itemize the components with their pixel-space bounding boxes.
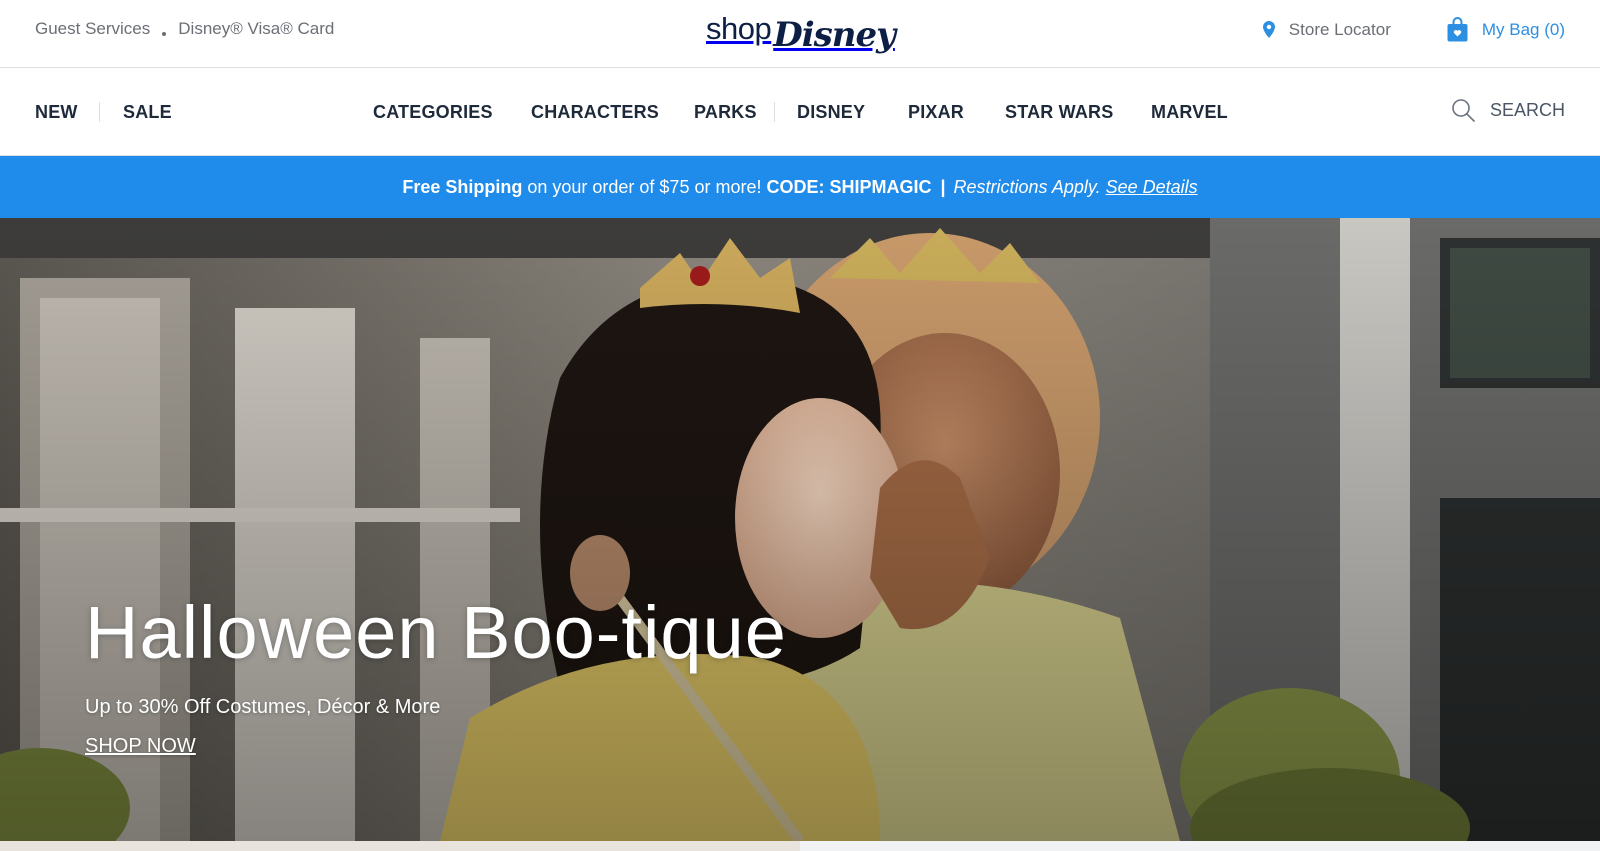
separator-dot [162, 32, 167, 36]
nav-sale[interactable]: SALE [123, 102, 172, 123]
my-bag-link[interactable]: My Bag (0) [1447, 17, 1565, 42]
utility-actions: Store Locator My Bag (0) [1262, 17, 1565, 42]
free-shipping-banner: Free Shipping on your order of $75 or mo… [0, 156, 1600, 218]
shopdisney-logo[interactable]: shop Disney [706, 2, 896, 60]
nav-new[interactable]: NEW [35, 102, 78, 123]
utility-bar: Guest Services Disney® Visa® Card shop D… [0, 0, 1600, 68]
my-bag-label: My Bag (0) [1481, 19, 1565, 39]
hero-photo [0, 218, 1600, 841]
disney-visa-card-link[interactable]: Disney® Visa® Card [178, 19, 334, 39]
promo-order-text: on your order of $75 or more! [527, 176, 762, 197]
search-button[interactable]: SEARCH [1451, 98, 1565, 123]
hero-subtitle: Up to 30% Off Costumes, Décor & More [85, 696, 441, 718]
promo-free-shipping: Free Shipping [402, 176, 523, 197]
promo-restrictions: Restrictions Apply. [953, 176, 1101, 197]
see-details-link[interactable]: See Details [1106, 177, 1198, 198]
store-locator-link[interactable]: Store Locator [1262, 19, 1391, 40]
logo-disney-text: Disney [773, 15, 896, 55]
main-navigation: NEW SALE CATEGORIES CHARACTERS PARKS DIS… [0, 68, 1600, 156]
map-pin-icon [1262, 21, 1275, 38]
guest-services-link[interactable]: Guest Services [35, 19, 150, 39]
nav-divider [99, 102, 100, 122]
nav-marvel[interactable]: MARVEL [1151, 102, 1228, 123]
nav-disney[interactable]: DISNEY [797, 102, 865, 123]
next-section-edge [0, 841, 1600, 851]
nav-categories[interactable]: CATEGORIES [373, 102, 493, 123]
nav-characters[interactable]: CHARACTERS [531, 102, 659, 123]
utility-links: Guest Services Disney® Visa® Card [35, 19, 334, 39]
hero-title: Halloween Boo-tique [85, 591, 787, 674]
promo-code: CODE: SHIPMAGIC [766, 176, 932, 197]
promo-pipe: | [940, 176, 946, 197]
shopping-bag-icon [1447, 17, 1468, 42]
search-label: SEARCH [1489, 100, 1565, 120]
logo-shop-text: shop [706, 11, 772, 46]
next-section-edge-right [800, 841, 1600, 851]
nav-parks[interactable]: PARKS [694, 102, 757, 123]
nav-star-wars[interactable]: STAR WARS [1005, 102, 1113, 123]
magnifier-icon [1452, 99, 1475, 122]
shop-now-link[interactable]: SHOP NOW [85, 735, 196, 758]
nav-pixar[interactable]: PIXAR [908, 102, 964, 123]
store-locator-label: Store Locator [1288, 19, 1391, 39]
hero-banner[interactable]: Halloween Boo-tique Up to 30% Off Costum… [0, 218, 1600, 841]
nav-divider [774, 102, 775, 122]
